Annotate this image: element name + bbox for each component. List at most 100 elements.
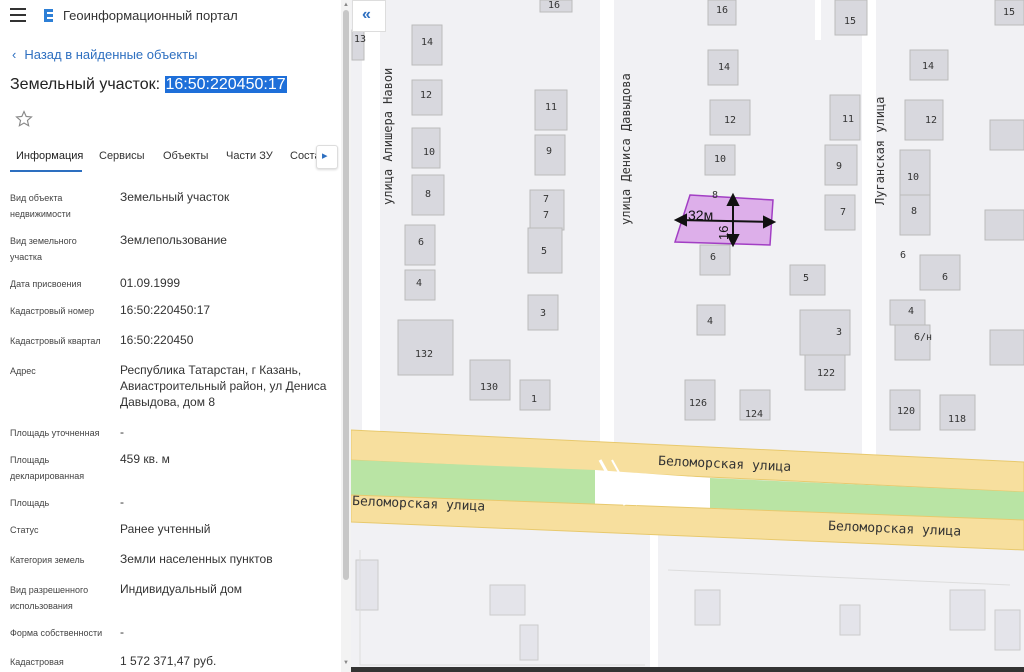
object-type-label: Земельный участок: xyxy=(10,76,161,93)
property-label: Статус xyxy=(10,525,39,535)
svg-text:8: 8 xyxy=(712,190,718,201)
svg-text:9: 9 xyxy=(836,161,842,172)
property-value: 01.09.1999 xyxy=(120,276,181,290)
back-to-results-link[interactable]: ‹ Назад в найденные объекты xyxy=(12,47,197,62)
property-value: - xyxy=(120,625,124,639)
bottom-edge-bar xyxy=(351,667,1024,672)
tabs-scroll-right-button[interactable]: ▸ xyxy=(316,145,338,169)
tab-services[interactable]: Сервисы xyxy=(99,150,145,162)
svg-text:6: 6 xyxy=(418,237,424,248)
svg-text:7: 7 xyxy=(543,194,549,205)
svg-text:7: 7 xyxy=(840,207,846,218)
svg-text:6: 6 xyxy=(710,252,716,263)
lane xyxy=(815,0,821,40)
property-label: Категория земель xyxy=(10,555,85,565)
svg-text:6: 6 xyxy=(942,272,948,283)
hamburger-menu-icon[interactable] xyxy=(10,8,26,22)
svg-text:14: 14 xyxy=(421,37,433,48)
measurement-width-label: 32м xyxy=(688,207,713,223)
scroll-down-arrow-icon[interactable]: ▼ xyxy=(343,660,349,666)
svg-text:11: 11 xyxy=(842,114,854,125)
property-label: Кадастровый квартал xyxy=(10,336,101,346)
favorite-star-icon[interactable] xyxy=(15,110,33,128)
svg-text:14: 14 xyxy=(922,61,934,72)
svg-text:4: 4 xyxy=(707,316,713,327)
double-chevron-left-icon: « xyxy=(362,6,371,23)
svg-text:4: 4 xyxy=(908,306,914,317)
parcel xyxy=(355,559,379,611)
svg-text:3: 3 xyxy=(540,308,546,319)
svg-text:12: 12 xyxy=(724,115,736,126)
svg-text:6/н: 6/н xyxy=(914,332,932,343)
svg-text:15: 15 xyxy=(1003,7,1015,18)
property-value: - xyxy=(120,425,124,439)
tab-objects[interactable]: Объекты xyxy=(163,150,208,162)
svg-text:11: 11 xyxy=(545,102,557,113)
svg-text:9: 9 xyxy=(546,146,552,157)
street-navoi xyxy=(362,0,380,440)
svg-text:14: 14 xyxy=(718,62,730,73)
property-value: Ранее учтенный xyxy=(120,522,211,536)
map-view[interactable]: 32м 16 улица Алишера Навои улица Дениса … xyxy=(351,0,1024,672)
svg-text:8: 8 xyxy=(425,189,431,200)
property-value: 459 кв. м xyxy=(120,452,170,466)
svg-text:15: 15 xyxy=(844,16,856,27)
property-label: Площадь декларированная xyxy=(10,455,85,481)
parcel xyxy=(489,584,526,616)
object-title: Земельный участок: 16:50:220450:17 xyxy=(10,76,287,94)
svg-text:16: 16 xyxy=(548,0,560,11)
svg-text:10: 10 xyxy=(423,147,435,158)
svg-text:124: 124 xyxy=(745,409,763,420)
street-label-navoi: улица Алишера Навои xyxy=(381,68,395,205)
property-label: Форма собственности xyxy=(10,628,103,638)
parcel xyxy=(994,609,1021,651)
svg-text:10: 10 xyxy=(907,172,919,183)
parcel xyxy=(694,589,721,626)
property-value: Индивидуальный дом xyxy=(120,582,243,596)
svg-text:120: 120 xyxy=(897,406,915,417)
property-label: Площадь уточненная xyxy=(10,428,100,438)
street-luganskaya xyxy=(862,0,876,460)
property-label: Адрес xyxy=(10,366,36,376)
svg-text:1: 1 xyxy=(531,394,537,405)
scroll-up-arrow-icon[interactable]: ▲ xyxy=(343,2,349,8)
tab-parts[interactable]: Части ЗУ xyxy=(226,150,273,162)
svg-text:4: 4 xyxy=(416,278,422,289)
street-label-luganskaya: Луганская улица xyxy=(873,97,887,205)
property-label: Кадастровая xyxy=(10,657,64,667)
svg-text:118: 118 xyxy=(948,414,966,425)
property-label: Вид земельного участка xyxy=(10,236,77,262)
svg-text:3: 3 xyxy=(836,327,842,338)
tab-information[interactable]: Информация xyxy=(16,150,83,162)
svg-text:5: 5 xyxy=(541,246,547,257)
property-value: Земельный участок xyxy=(120,190,230,204)
top-bar: Геоинформационный портал xyxy=(0,0,341,32)
property-label: Вид объекта недвижимости xyxy=(10,193,71,219)
chevron-right-icon: ▸ xyxy=(322,150,328,162)
svg-text:10: 10 xyxy=(714,154,726,165)
street-davydova xyxy=(600,0,614,450)
svg-text:5: 5 xyxy=(803,273,809,284)
svg-text:8: 8 xyxy=(911,206,917,217)
chevron-left-icon: ‹ xyxy=(12,47,17,62)
svg-text:12: 12 xyxy=(925,115,937,126)
property-label: Вид разрешенного использования xyxy=(10,585,89,611)
property-label: Кадастровый номер xyxy=(10,306,95,316)
svg-text:130: 130 xyxy=(480,382,498,393)
property-label: Площадь xyxy=(10,498,50,508)
svg-text:126: 126 xyxy=(689,398,707,409)
svg-text:122: 122 xyxy=(817,368,835,379)
property-label: Дата присвоения xyxy=(10,279,82,289)
measurement-height-label: 16 xyxy=(716,226,731,240)
back-link-label: Назад в найденные объекты xyxy=(24,47,198,62)
property-value: Землепользование xyxy=(120,233,227,247)
map-canvas[interactable]: 32м 16 улица Алишера Навои улица Дениса … xyxy=(351,0,1024,672)
active-tab-indicator xyxy=(10,170,82,172)
panel-scrollbar[interactable]: ▲ ▼ xyxy=(341,0,351,672)
tab-bar: Информация Сервисы Объекты Части ЗУ Сост… xyxy=(0,142,341,172)
cadastral-number-highlight[interactable]: 16:50:220450:17 xyxy=(164,76,287,93)
svg-text:6: 6 xyxy=(900,250,906,261)
property-value: 16:50:220450 xyxy=(120,333,194,347)
scrollbar-thumb[interactable] xyxy=(343,10,349,580)
collapse-panel-button[interactable]: « xyxy=(352,0,386,32)
